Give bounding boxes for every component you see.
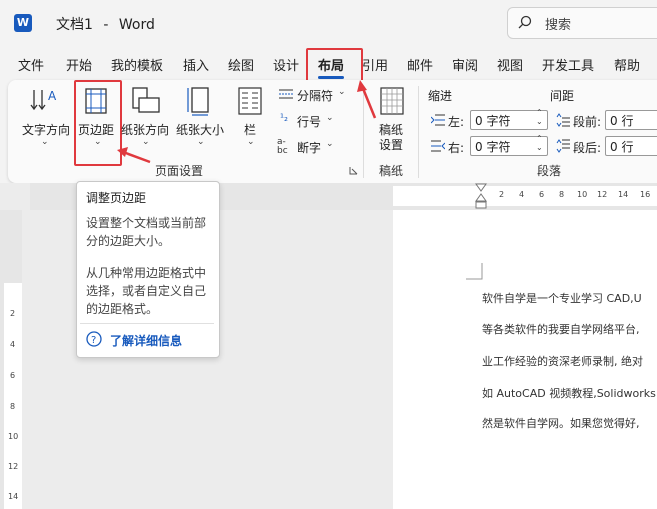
tooltip-title: 调整页边距 bbox=[86, 191, 147, 205]
tab-file[interactable]: 文件 bbox=[18, 55, 44, 74]
spin-up-icon[interactable]: ⌃ bbox=[536, 134, 543, 143]
margins-button[interactable]: 页边距 bbox=[78, 121, 114, 138]
ruler-tick: 6 bbox=[10, 371, 16, 380]
tab-review[interactable]: 审阅 bbox=[452, 55, 478, 74]
ruler-tick: 8 bbox=[10, 402, 16, 411]
ruler-tick: 14 bbox=[618, 190, 629, 199]
tab-developer[interactable]: 开发工具 bbox=[542, 55, 594, 74]
annotation-arrows bbox=[117, 80, 377, 164]
ruler-tick: 2 bbox=[499, 190, 505, 199]
text-direction-icon: A bbox=[30, 89, 57, 111]
learn-more-link[interactable]: 了解详细信息 bbox=[110, 332, 182, 349]
paragraph-group-label: 段落 bbox=[537, 164, 562, 178]
app-name: Word bbox=[118, 17, 155, 33]
spacing-before-icon bbox=[556, 113, 570, 127]
tab-home[interactable]: 开始 bbox=[66, 55, 92, 74]
document-text-line: 业工作经验的资深老师录制, 绝对 bbox=[482, 355, 643, 368]
tab-help[interactable]: 帮助 bbox=[614, 55, 640, 74]
svg-text:?: ? bbox=[91, 335, 96, 346]
spacing-before-label: 段前: bbox=[573, 115, 602, 129]
indent-right-icon bbox=[431, 140, 445, 152]
margins-icon bbox=[85, 88, 107, 114]
document-title: 文档1 - Word bbox=[56, 14, 155, 34]
tab-mailings[interactable]: 邮件 bbox=[407, 55, 433, 74]
tab-references[interactable]: 引用 bbox=[362, 55, 388, 74]
document-text-line: 如 AutoCAD 视频教程,Solidworks bbox=[482, 387, 656, 400]
ruler-tick: 6 bbox=[539, 190, 545, 199]
svg-text:A: A bbox=[48, 89, 57, 103]
spacing-after-field[interactable]: 0 行 bbox=[605, 136, 657, 156]
indent-left-icon bbox=[431, 114, 445, 126]
ruler-tick: 4 bbox=[519, 190, 525, 199]
spin-down-icon[interactable]: ⌄ bbox=[536, 143, 543, 152]
indent-marker-icon[interactable] bbox=[474, 183, 488, 210]
tab-view[interactable]: 视图 bbox=[497, 55, 523, 74]
spin-down-icon[interactable]: ⌄ bbox=[536, 117, 543, 126]
ruler-tick: 16 bbox=[640, 190, 651, 199]
help-icon: ? bbox=[86, 331, 102, 347]
title-separator: - bbox=[103, 17, 109, 33]
spacing-before-field[interactable]: 0 行 bbox=[605, 110, 657, 130]
ruler-tick: 10 bbox=[577, 190, 588, 199]
layout-tab-highlight bbox=[306, 48, 363, 84]
word-app-icon: W bbox=[14, 14, 32, 32]
tooltip-desc-line: 分的边距大小。 bbox=[86, 234, 171, 248]
page-corner-marker bbox=[466, 263, 483, 280]
tooltip-desc-line: 的边距格式。 bbox=[86, 302, 159, 316]
chevron-down-icon: ⌄ bbox=[41, 137, 49, 147]
ruler-tick: 10 bbox=[8, 432, 19, 441]
tab-design[interactable]: 设计 bbox=[273, 55, 299, 74]
indent-left-label: 左: bbox=[448, 115, 465, 129]
document-text-line: 等各类软件的我要自学网络平台, bbox=[482, 323, 640, 336]
spacing-after-label: 段后: bbox=[573, 141, 602, 155]
spacing-after-icon bbox=[556, 139, 570, 153]
group-separator bbox=[418, 86, 419, 178]
tooltip-desc-line: 从几种常用边距格式中 bbox=[86, 266, 207, 280]
spin-up-icon[interactable]: ⌃ bbox=[536, 108, 543, 117]
indent-right-label: 右: bbox=[448, 141, 465, 155]
ruler-tick: 12 bbox=[597, 190, 608, 199]
search-placeholder: 搜索 bbox=[545, 18, 572, 33]
text-direction-button[interactable]: 文字方向 bbox=[22, 121, 70, 138]
ruler-tick: 8 bbox=[559, 190, 565, 199]
ruler-tick: 12 bbox=[8, 462, 19, 471]
tooltip-desc-line: 设置整个文档或当前部 bbox=[86, 216, 207, 230]
search-icon bbox=[518, 15, 532, 29]
document-text-line: 然是软件自学网。如果您觉得好, bbox=[482, 417, 640, 430]
tab-my-templates[interactable]: 我的模板 bbox=[111, 55, 163, 74]
ruler-tick: 2 bbox=[10, 309, 16, 318]
tooltip-desc-line: 选择，或者自定义自己 bbox=[86, 284, 207, 298]
document-text-line: 软件自学是一个专业学习 CAD,U bbox=[482, 292, 642, 305]
ruler-tick: 14 bbox=[8, 492, 19, 501]
tooltip-divider bbox=[80, 323, 214, 324]
indent-header: 缩进 bbox=[428, 89, 453, 103]
tab-insert[interactable]: 插入 bbox=[183, 55, 209, 74]
tab-draw[interactable]: 绘图 bbox=[228, 55, 254, 74]
spacing-header: 间距 bbox=[550, 89, 575, 103]
doc-name: 文档1 bbox=[56, 17, 93, 33]
ruler-tick: 4 bbox=[10, 340, 16, 349]
chevron-down-icon: ⌄ bbox=[94, 137, 102, 147]
